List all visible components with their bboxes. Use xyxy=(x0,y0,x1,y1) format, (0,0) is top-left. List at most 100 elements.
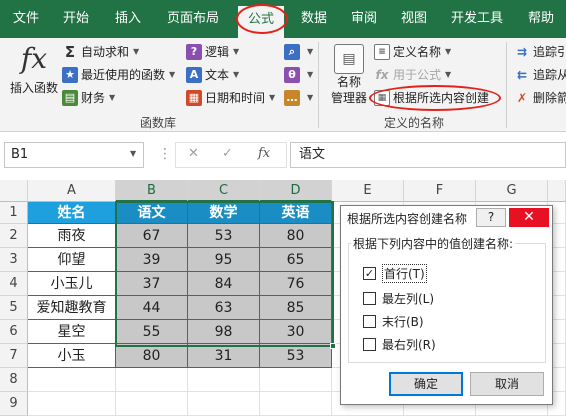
checkbox-right-column[interactable]: 最右列(R) xyxy=(363,335,436,353)
date-time-button[interactable]: ▦ 日期和时间 ▼ xyxy=(186,87,275,109)
row-header[interactable]: 8 xyxy=(0,368,28,392)
define-name-button[interactable]: ≡ 定义名称 ▼ xyxy=(374,41,451,63)
tab-data[interactable]: 数据 xyxy=(296,0,332,38)
name-box[interactable]: B1 xyxy=(4,142,144,168)
more-functions-button[interactable]: … ▼ xyxy=(284,87,313,109)
table-cell[interactable]: 80 xyxy=(260,224,332,248)
checkbox-box[interactable] xyxy=(363,291,376,305)
recently-used-button[interactable]: ★ 最近使用的函数 ▼ xyxy=(62,64,175,86)
column-header-c[interactable]: C xyxy=(188,180,260,202)
table-cell[interactable] xyxy=(116,392,188,416)
table-cell[interactable]: 67 xyxy=(116,224,188,248)
table-cell[interactable]: 44 xyxy=(116,296,188,320)
tab-insert[interactable]: 插入 xyxy=(110,0,146,38)
table-cell[interactable] xyxy=(260,392,332,416)
insert-function-button[interactable]: fx 插入函数 xyxy=(8,42,60,108)
table-cell[interactable]: 31 xyxy=(188,344,260,368)
table-cell[interactable]: 雨夜 xyxy=(28,224,116,248)
trace-precedents-button[interactable]: ⇉ 追踪引 xyxy=(514,41,566,63)
table-cell[interactable]: 65 xyxy=(260,248,332,272)
column-header-g[interactable]: G xyxy=(476,180,548,202)
row-header[interactable]: 4 xyxy=(0,272,28,296)
table-cell[interactable] xyxy=(188,368,260,392)
text-button[interactable]: A 文本 ▼ xyxy=(186,64,239,86)
header-cell[interactable]: 数学 xyxy=(188,202,260,224)
tab-file[interactable]: 文件 xyxy=(4,0,48,38)
create-from-selection-button[interactable]: ▦ 根据所选内容创建 xyxy=(374,87,489,109)
header-cell[interactable]: 语文 xyxy=(116,202,188,224)
row-header[interactable]: 2 xyxy=(0,224,28,248)
table-cell[interactable]: 95 xyxy=(188,248,260,272)
column-header-a[interactable]: A xyxy=(28,180,116,202)
cancel-icon[interactable]: ✕ xyxy=(188,146,199,161)
close-button[interactable]: ✕ xyxy=(509,208,549,227)
table-cell[interactable]: 37 xyxy=(116,272,188,296)
table-cell[interactable]: 80 xyxy=(116,344,188,368)
help-button[interactable]: ? xyxy=(476,208,506,227)
table-cell[interactable]: 小玉儿 xyxy=(28,272,116,296)
enter-icon[interactable]: ✓ xyxy=(222,146,233,161)
select-all-corner[interactable] xyxy=(0,180,28,202)
tab-developer[interactable]: 开发工具 xyxy=(446,0,508,38)
table-cell[interactable]: 76 xyxy=(260,272,332,296)
table-cell[interactable] xyxy=(116,368,188,392)
table-cell[interactable]: 55 xyxy=(116,320,188,344)
column-header-e[interactable]: E xyxy=(332,180,404,202)
financial-button[interactable]: ▤ 财务 ▼ xyxy=(62,87,115,109)
header-cell[interactable]: 姓名 xyxy=(28,202,116,224)
checkbox-left-column[interactable]: 最左列(L) xyxy=(363,289,434,307)
checkmark-icon[interactable]: ✓ xyxy=(363,266,376,280)
table-cell[interactable]: 39 xyxy=(116,248,188,272)
chevron-down-icon[interactable]: ▼ xyxy=(130,149,136,158)
dialog-title-bar[interactable]: 根据所选内容创建名称 ? ✕ xyxy=(341,206,552,230)
table-cell[interactable]: 30 xyxy=(260,320,332,344)
table-cell[interactable]: 小玉 xyxy=(28,344,116,368)
name-manager-button[interactable]: ▤ 名称 管理器 xyxy=(326,42,372,112)
table-cell[interactable]: 仰望 xyxy=(28,248,116,272)
row-header[interactable]: 7 xyxy=(0,344,28,368)
table-cell[interactable]: 85 xyxy=(260,296,332,320)
row-header[interactable]: 3 xyxy=(0,248,28,272)
column-header-f[interactable]: F xyxy=(404,180,476,202)
table-cell[interactable]: 星空 xyxy=(28,320,116,344)
column-header-d[interactable]: D xyxy=(260,180,332,202)
row-header[interactable]: 5 xyxy=(0,296,28,320)
header-cell[interactable]: 英语 xyxy=(260,202,332,224)
lookup-button[interactable]: ⌕ ▼ xyxy=(284,41,313,63)
trace-dependents-button[interactable]: ⇇ 追踪从 xyxy=(514,64,566,86)
insert-function-icon[interactable]: fx xyxy=(258,146,270,161)
ok-button[interactable]: 确定 xyxy=(389,372,463,396)
table-cell[interactable]: 53 xyxy=(260,344,332,368)
checkbox-bottom-row[interactable]: 末行(B) xyxy=(363,312,424,330)
row-header[interactable]: 6 xyxy=(0,320,28,344)
table-cell[interactable] xyxy=(188,392,260,416)
tab-formulas[interactable]: 公式 xyxy=(238,6,284,38)
tab-review[interactable]: 审阅 xyxy=(346,0,382,38)
autosum-button[interactable]: Σ 自动求和 ▼ xyxy=(62,41,139,63)
math-button[interactable]: θ ▼ xyxy=(284,64,313,86)
tab-home[interactable]: 开始 xyxy=(58,0,94,38)
table-cell[interactable] xyxy=(260,368,332,392)
tab-view[interactable]: 视图 xyxy=(396,0,432,38)
formula-input[interactable]: 语文 xyxy=(290,142,566,168)
table-cell[interactable]: 63 xyxy=(188,296,260,320)
logical-button[interactable]: ? 逻辑 ▼ xyxy=(186,41,239,63)
use-in-formula-button[interactable]: fx 用于公式 ▼ xyxy=(374,64,452,86)
table-cell[interactable]: 84 xyxy=(188,272,260,296)
checkbox-top-row[interactable]: ✓ 首行(T) xyxy=(363,263,427,283)
table-cell[interactable] xyxy=(28,392,116,416)
cancel-button[interactable]: 取消 xyxy=(470,372,544,396)
checkbox-box[interactable] xyxy=(363,337,376,351)
table-cell[interactable]: 53 xyxy=(188,224,260,248)
checkbox-box[interactable] xyxy=(363,314,376,328)
table-cell[interactable]: 98 xyxy=(188,320,260,344)
column-header-b[interactable]: B xyxy=(116,180,188,202)
row-header[interactable]: 1 xyxy=(0,202,28,224)
column-header-h[interactable] xyxy=(548,180,566,202)
tab-page-layout[interactable]: 页面布局 xyxy=(158,0,228,38)
table-cell[interactable] xyxy=(28,368,116,392)
table-cell[interactable]: 爱知趣教育 xyxy=(28,296,116,320)
row-header[interactable]: 9 xyxy=(0,392,28,416)
tab-help[interactable]: 帮助 xyxy=(522,0,560,38)
fill-handle[interactable] xyxy=(330,343,336,349)
